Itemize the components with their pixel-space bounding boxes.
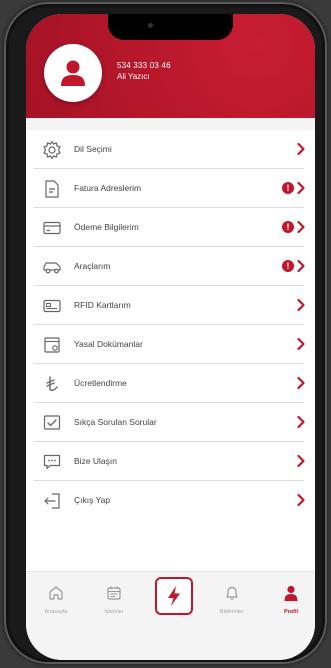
chevron-right-icon	[297, 142, 305, 156]
menu-item-label: Ücretlendirme	[74, 378, 127, 388]
menu-item-label: Ödeme Bilgilerim	[74, 222, 139, 232]
menu-item-label: Dil Seçimi	[74, 144, 112, 154]
tab-label: Anasayfa	[44, 609, 68, 615]
menu-item-label: Sıkça Sorulan Sorular	[74, 417, 157, 427]
chevron-right-icon	[297, 181, 305, 195]
menu-item-label: Çıkış Yap	[74, 495, 111, 505]
chevron-right-icon	[297, 454, 305, 468]
menu-item-pricing[interactable]: Ücretlendirme	[34, 364, 305, 403]
logout-icon	[44, 493, 60, 509]
menu-item-invoice-addresses[interactable]: Fatura Adreslerim !	[34, 169, 305, 208]
home-icon	[49, 586, 63, 600]
tab-label: Bildirimler	[219, 609, 245, 615]
chevron-right-icon	[297, 259, 305, 273]
menu-item-contact-us[interactable]: Bize Ulaşın	[34, 442, 305, 481]
chevron-right-icon	[297, 376, 305, 390]
menu-item-label: Fatura Adreslerim	[74, 183, 142, 193]
warning-badge: !	[282, 182, 294, 194]
chevron-right-icon	[297, 337, 305, 351]
user-icon	[61, 60, 85, 86]
credit-card-icon	[43, 221, 61, 235]
rfid-card-icon	[43, 299, 61, 313]
camera-dot	[148, 23, 153, 28]
user-icon	[284, 585, 298, 601]
warning-badge: !	[282, 221, 294, 233]
menu-item-logout[interactable]: Çıkış Yap	[34, 481, 305, 520]
calendar-icon	[107, 586, 121, 600]
car-icon	[43, 262, 61, 274]
charge-button[interactable]	[155, 577, 193, 615]
tab-label: Profil	[283, 609, 299, 615]
document-icon	[44, 337, 60, 353]
menu-item-language[interactable]: Dil Seçimi	[34, 130, 305, 169]
menu-item-label: RFID Kartlarım	[74, 300, 131, 310]
tab-home[interactable]: Anasayfa	[36, 584, 76, 615]
faq-icon	[43, 415, 61, 430]
chat-icon	[43, 454, 61, 470]
menu-item-rfid-cards[interactable]: RFID Kartlarım	[34, 286, 305, 325]
phone-frame: 534 333 03 46 Ali Yazıcı Dil Seçimi Fatu…	[4, 2, 327, 664]
bottom-tab-bar: Anasayfa İşlemler Bildirimler Profil	[26, 571, 315, 660]
user-name: Ali Yazıcı	[117, 72, 150, 81]
app-screen: 534 333 03 46 Ali Yazıcı Dil Seçimi Fatu…	[26, 14, 315, 660]
tab-jobs[interactable]: İşlemler	[94, 584, 134, 615]
chevron-right-icon	[297, 220, 305, 234]
lira-icon	[46, 376, 58, 391]
menu-item-legal-documents[interactable]: Yasal Dokümanlar	[34, 325, 305, 364]
chevron-right-icon	[297, 298, 305, 312]
warning-badge: !	[282, 260, 294, 272]
user-phone: 534 333 03 46	[117, 61, 171, 70]
gear-icon	[43, 140, 61, 160]
avatar[interactable]	[44, 44, 102, 102]
chevron-right-icon	[297, 415, 305, 429]
bell-icon	[226, 586, 238, 600]
menu-item-payment-info[interactable]: Ödeme Bilgilerim !	[34, 208, 305, 247]
menu-item-label: Araçlarım	[74, 261, 111, 271]
profile-menu: Dil Seçimi Fatura Adreslerim ! Ödeme Bil…	[26, 130, 315, 571]
lightning-icon	[168, 586, 180, 606]
invoice-icon	[45, 180, 59, 198]
tab-label: İşlemler	[104, 609, 124, 615]
tab-notifications[interactable]: Bildirimler	[212, 584, 252, 615]
tab-profile[interactable]: Profil	[271, 584, 311, 615]
phone-notch	[108, 14, 233, 40]
chevron-right-icon	[297, 493, 305, 507]
menu-item-label: Yasal Dokümanlar	[74, 339, 143, 349]
menu-item-faq[interactable]: Sıkça Sorulan Sorular	[34, 403, 305, 442]
menu-item-label: Bize Ulaşın	[74, 456, 117, 466]
menu-item-vehicles[interactable]: Araçlarım !	[34, 247, 305, 286]
